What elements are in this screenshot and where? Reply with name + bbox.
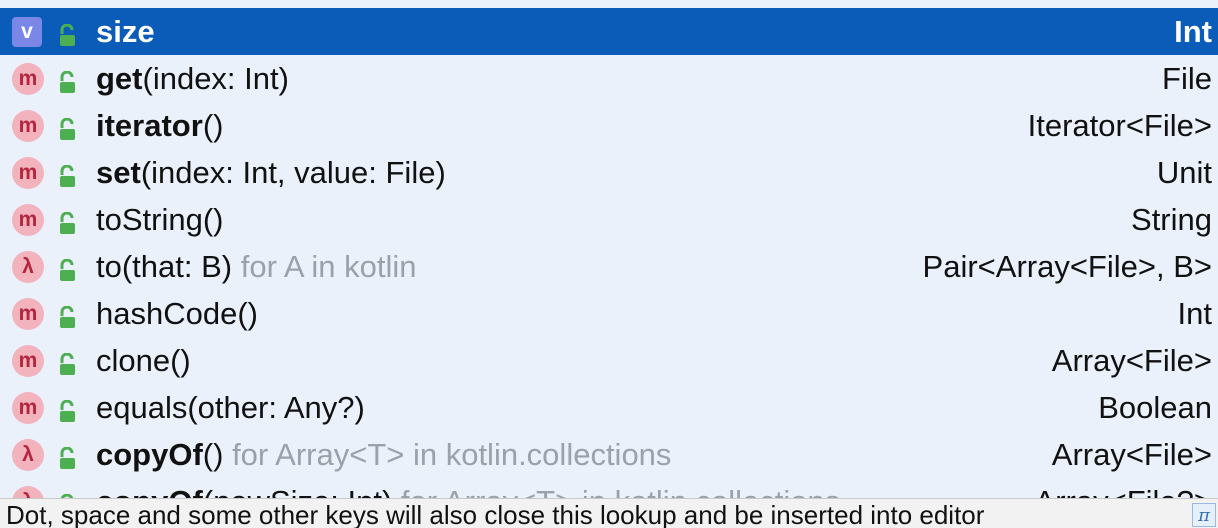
item-params: () <box>170 343 191 378</box>
method-icon: m <box>12 63 44 95</box>
hint-bar: Dot, space and some other keys will also… <box>0 498 1218 528</box>
item-params: (that: B) <box>121 249 233 284</box>
extension-function-icon: λ <box>12 251 44 283</box>
item-signature: copyOf() for Array<T> in kotlin.collecti… <box>96 437 671 473</box>
method-icon: m <box>12 345 44 377</box>
item-params: () <box>202 202 224 237</box>
item-params: () <box>202 108 224 143</box>
item-params: (other: Any?) <box>187 390 365 425</box>
completion-item[interactable]: m toString() String <box>0 196 1218 243</box>
item-signature: hashCode() <box>96 296 258 332</box>
completion-item[interactable]: m get(index: Int) File <box>0 55 1218 102</box>
item-type: Boolean <box>1098 390 1212 425</box>
item-params: (index: Int, value: File) <box>140 155 446 190</box>
completion-popup: v size Int m get(index: Int) File m iterator() I… <box>0 0 1218 528</box>
completion-item[interactable]: λ copyOf() for Array<T> in kotlin.collect… <box>0 431 1218 478</box>
completion-item[interactable]: m equals(other: Any?) Boolean <box>0 384 1218 431</box>
item-params: () <box>202 437 224 472</box>
public-lock-icon <box>57 67 79 93</box>
completion-item[interactable]: v size Int <box>0 8 1218 55</box>
item-name: copyOf <box>96 437 203 472</box>
item-signature: clone() <box>96 343 191 379</box>
item-name: clone <box>96 343 171 378</box>
item-signature: equals(other: Any?) <box>96 390 365 426</box>
item-name: hashCode <box>96 296 238 331</box>
item-type: Unit <box>1156 155 1212 190</box>
extension-function-icon: λ <box>12 439 44 471</box>
pi-icon[interactable]: π <box>1192 503 1216 527</box>
item-signature: get(index: Int) <box>96 61 289 97</box>
method-icon: m <box>12 110 44 142</box>
item-name: toString <box>96 202 203 237</box>
public-lock-icon <box>57 349 79 375</box>
item-type: Pair<Array<File>, B> <box>922 249 1212 284</box>
completion-item[interactable]: m iterator() Iterator<File> <box>0 102 1218 149</box>
hint-text: Dot, space and some other keys will also… <box>6 500 985 528</box>
item-signature: toString() <box>96 202 224 238</box>
item-name: equals <box>96 390 188 425</box>
method-icon: m <box>12 204 44 236</box>
item-type: File <box>1162 61 1212 96</box>
item-params: () <box>237 296 258 331</box>
completion-item[interactable]: λ to(that: B) for A in kotlin Pair<Array<F… <box>0 243 1218 290</box>
item-type: Iterator<File> <box>1027 108 1212 143</box>
item-name: to <box>96 249 122 284</box>
public-lock-icon <box>57 396 79 422</box>
item-params: (index: Int) <box>142 61 289 96</box>
public-lock-icon <box>57 161 79 187</box>
item-name: iterator <box>96 108 203 143</box>
item-type: Array<File> <box>1051 343 1212 378</box>
item-name: get <box>96 61 143 96</box>
item-signature: iterator() <box>96 108 223 144</box>
item-type: Array<File> <box>1051 437 1212 472</box>
item-name: size <box>96 14 155 49</box>
public-lock-icon <box>57 114 79 140</box>
public-lock-icon <box>57 255 79 281</box>
item-type: Int <box>1177 296 1212 331</box>
method-icon: m <box>12 392 44 424</box>
item-signature: set(index: Int, value: File) <box>96 155 446 191</box>
public-lock-icon <box>57 20 79 46</box>
item-type: String <box>1131 202 1212 237</box>
completion-list: v size Int m get(index: Int) File m iterator() I… <box>0 8 1218 502</box>
method-icon: m <box>12 157 44 189</box>
completion-item[interactable]: m clone() Array<File> <box>0 337 1218 384</box>
public-lock-icon <box>57 208 79 234</box>
item-receiver: for A in kotlin <box>232 249 417 284</box>
item-name: set <box>96 155 141 190</box>
completion-item[interactable]: m hashCode() Int <box>0 290 1218 337</box>
item-type: Int <box>1174 14 1212 49</box>
variable-icon: v <box>12 17 42 47</box>
method-icon: m <box>12 298 44 330</box>
item-receiver: for Array<T> in kotlin.collections <box>223 437 672 472</box>
item-signature: to(that: B) for A in kotlin <box>96 249 417 285</box>
public-lock-icon <box>57 443 79 469</box>
public-lock-icon <box>57 302 79 328</box>
completion-item[interactable]: m set(index: Int, value: File) Unit <box>0 149 1218 196</box>
item-signature: size <box>96 14 155 50</box>
